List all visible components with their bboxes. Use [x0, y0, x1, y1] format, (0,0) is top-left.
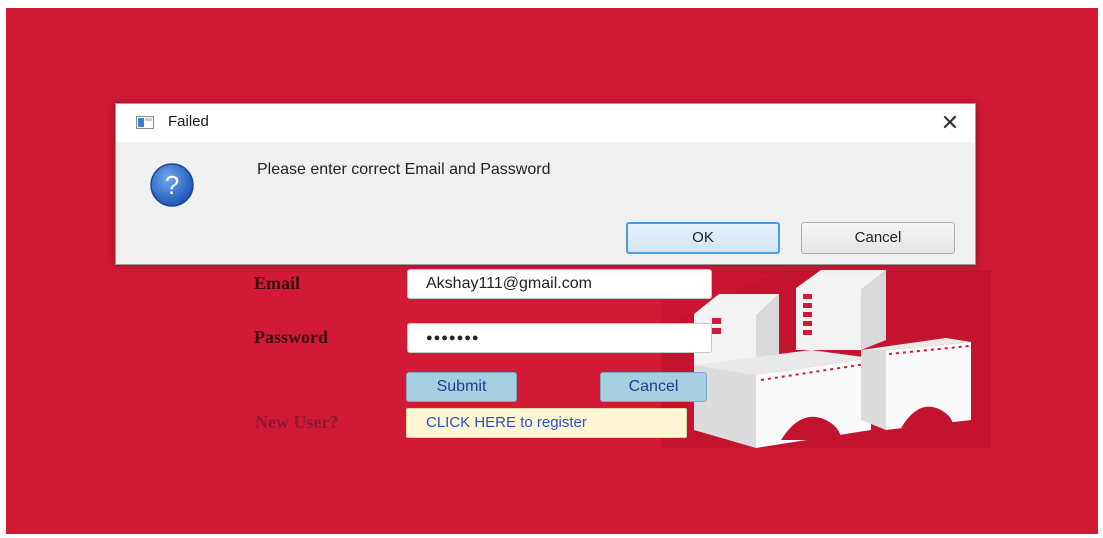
- close-icon[interactable]: ✕: [935, 108, 965, 138]
- form-cancel-button[interactable]: Cancel: [600, 372, 707, 402]
- register-link[interactable]: CLICK HERE to register: [406, 408, 687, 438]
- window-app-icon: [136, 116, 154, 129]
- dialog-message: Please enter correct Email and Password: [257, 161, 551, 178]
- dialog-titlebar[interactable]: Failed ✕: [116, 104, 975, 142]
- ok-button[interactable]: OK: [626, 222, 780, 254]
- email-label: Email: [254, 273, 301, 293]
- question-icon: ?: [150, 163, 194, 207]
- password-label: Password: [254, 327, 329, 347]
- failed-dialog: Failed ✕ ? Please enter correct Email an…: [115, 103, 976, 265]
- password-field[interactable]: ●●●●●●●: [407, 323, 712, 353]
- new-user-label: New User?: [255, 412, 339, 432]
- dialog-cancel-button[interactable]: Cancel: [801, 222, 955, 254]
- submit-button[interactable]: Submit: [406, 372, 517, 402]
- app-background: Email Akshay111@gmail.com Password ●●●●●…: [6, 8, 1098, 534]
- dialog-title: Failed: [168, 113, 209, 130]
- email-field[interactable]: Akshay111@gmail.com: [407, 269, 712, 299]
- svg-text:?: ?: [165, 170, 179, 200]
